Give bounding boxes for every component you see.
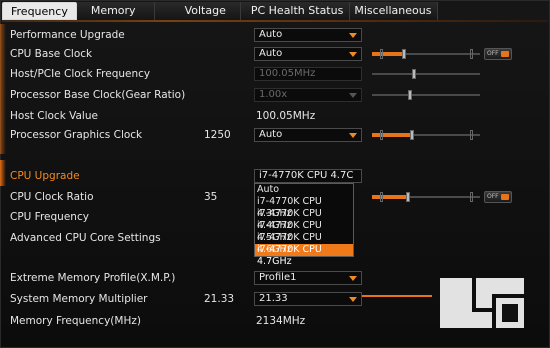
- toggle-icon: [501, 51, 509, 57]
- cpu-clock-ratio-label: CPU Clock Ratio: [10, 191, 94, 203]
- memory-frequency-label: Memory Frequency(MHz): [10, 315, 141, 327]
- row-host-clock-value: Host Clock Value 100.05MHz: [10, 107, 540, 125]
- slider-knob-icon[interactable]: [408, 90, 412, 100]
- processor-graphics-clock-current: 1250: [204, 129, 231, 141]
- host-pcie-value: 100.05MHz: [259, 68, 316, 79]
- processor-graphics-clock-select[interactable]: Auto: [254, 128, 362, 142]
- caret-down-icon: [349, 93, 357, 98]
- row-performance-upgrade: Performance Upgrade Auto: [10, 26, 540, 44]
- slider-knob-icon[interactable]: [402, 49, 406, 59]
- cpu-base-clock-value: Auto: [259, 48, 283, 59]
- slider-bracket: [380, 49, 383, 59]
- cpu-clock-ratio-current: 35: [204, 191, 218, 203]
- memory-multiplier-select[interactable]: 21.33: [254, 292, 362, 306]
- slider-track: [372, 94, 480, 96]
- advanced-cpu-core-settings-label[interactable]: Advanced CPU Core Settings: [10, 229, 161, 247]
- xmp-label: Extreme Memory Profile(X.M.P.): [10, 272, 176, 284]
- host-clock-value: 100.05MHz: [256, 110, 316, 122]
- performance-upgrade-value: Auto: [259, 29, 283, 40]
- performance-upgrade-label: Performance Upgrade: [10, 29, 125, 41]
- dropdown-option[interactable]: i7-4770K CPU 4.6GHz: [255, 232, 353, 255]
- xmp-value: Profile1: [259, 272, 297, 283]
- tab-miscellaneous[interactable]: Miscellaneous: [350, 2, 439, 20]
- cpu-base-clock-label: CPU Base Clock: [10, 48, 93, 60]
- dropdown-option[interactable]: Auto: [255, 184, 353, 196]
- cpu-upgrade-select[interactable]: i7-4770K CPU 4.7C: [254, 169, 362, 183]
- slider-knob-icon[interactable]: [406, 192, 410, 202]
- memory-multiplier-label: System Memory Multiplier: [10, 293, 148, 305]
- slider-bracket: [380, 192, 383, 202]
- processor-base-clock-slider[interactable]: [372, 90, 480, 100]
- watermark-logo-icon: [440, 278, 524, 328]
- cpu-base-clock-slider[interactable]: [372, 49, 480, 59]
- dropdown-option[interactable]: i7-4770K CPU 4.3GHz: [255, 196, 353, 219]
- tab-voltage[interactable]: Voltage: [154, 2, 241, 20]
- cpu-clock-ratio-slider[interactable]: [372, 192, 480, 202]
- dropdown-option[interactable]: i7-4770K CPU 4.5GHz: [255, 220, 353, 243]
- slider-knob-icon[interactable]: [412, 69, 416, 79]
- memory-frequency-value: 2134MHz: [256, 315, 306, 327]
- processor-base-clock-value: 1.00x: [259, 89, 288, 100]
- slider-bracket: [470, 192, 473, 202]
- tab-memory[interactable]: Memory: [76, 2, 155, 20]
- caret-down-icon: [349, 297, 357, 302]
- slider-bracket: [380, 130, 383, 140]
- slider-knob-icon[interactable]: [410, 130, 414, 140]
- memory-multiplier-current: 21.33: [204, 293, 235, 305]
- processor-base-clock-label: Processor Base Clock(Gear Ratio): [10, 89, 186, 101]
- slider-fill: [372, 195, 406, 199]
- side-glow: [0, 24, 6, 154]
- host-clock-value-label: Host Clock Value: [10, 110, 98, 122]
- host-pcie-label: Host/PCIe Clock Frequency: [10, 68, 151, 80]
- dropdown-option-selected[interactable]: i7-4770K CPU 4.7GHz: [255, 244, 353, 267]
- toggle-icon: [501, 194, 509, 200]
- slider-fill: [372, 133, 410, 137]
- caret-down-icon: [349, 276, 357, 281]
- slider-bracket: [470, 49, 473, 59]
- processor-graphics-clock-value: Auto: [259, 129, 283, 140]
- slider-fill: [372, 52, 402, 56]
- host-pcie-slider[interactable]: [372, 69, 480, 79]
- row-host-pcie: Host/PCIe Clock Frequency 100.05MHz: [10, 65, 540, 83]
- tab-frequency[interactable]: Frequency: [2, 2, 77, 20]
- memory-multiplier-slider[interactable]: [362, 295, 432, 297]
- row-processor-base-clock: Processor Base Clock(Gear Ratio) 1.00x: [10, 86, 540, 104]
- cpu-base-clock-toggle[interactable]: OFF: [484, 48, 512, 60]
- performance-upgrade-select[interactable]: Auto: [254, 28, 362, 42]
- host-pcie-field[interactable]: 100.05MHz: [254, 67, 362, 81]
- slider-bracket: [470, 130, 473, 140]
- tab-bar: Frequency Memory Voltage PC Health Statu…: [2, 2, 439, 22]
- tab-pc-health-status[interactable]: PC Health Status: [240, 2, 351, 20]
- slider-track: [372, 73, 480, 75]
- caret-down-icon: [349, 33, 357, 38]
- caret-down-icon: [349, 52, 357, 57]
- toggle-label: OFF: [487, 193, 499, 200]
- side-glow-active: [0, 160, 6, 186]
- toggle-label: OFF: [487, 50, 499, 57]
- row-processor-graphics-clock: Processor Graphics Clock 1250 Auto: [10, 126, 540, 144]
- processor-graphics-clock-slider[interactable]: [372, 130, 480, 140]
- cpu-base-clock-select[interactable]: Auto: [254, 47, 362, 61]
- cpu-frequency-label: CPU Frequency: [10, 211, 89, 223]
- cpu-clock-ratio-toggle[interactable]: OFF: [484, 191, 512, 203]
- row-cpu-base-clock: CPU Base Clock Auto OFF: [10, 45, 540, 63]
- processor-graphics-clock-label: Processor Graphics Clock: [10, 129, 143, 141]
- processor-base-clock-select[interactable]: 1.00x: [254, 88, 362, 102]
- tab-underline: [2, 20, 548, 22]
- memory-multiplier-value: 21.33: [259, 293, 288, 304]
- cpu-upgrade-dropdown[interactable]: Auto i7-4770K CPU 4.3GHz i7-4770K CPU 4.…: [254, 183, 354, 267]
- cpu-upgrade-value: i7-4770K CPU 4.7C: [259, 170, 354, 181]
- caret-down-icon: [349, 133, 357, 138]
- xmp-select[interactable]: Profile1: [254, 271, 362, 285]
- cpu-upgrade-label: CPU Upgrade: [10, 170, 80, 182]
- dropdown-option[interactable]: i7-4770K CPU 4.4GHz: [255, 208, 353, 231]
